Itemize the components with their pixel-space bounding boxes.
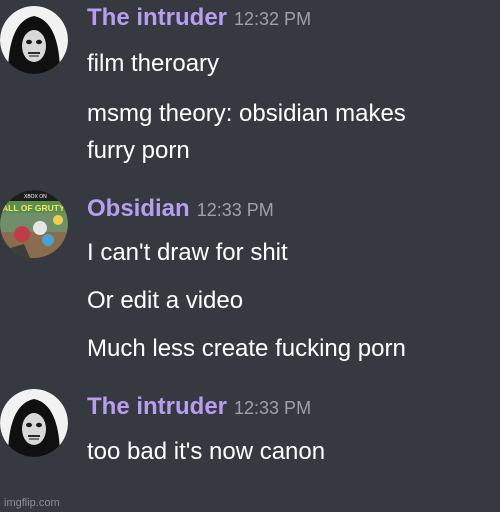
message-text: too bad it's now canon	[87, 438, 326, 465]
username[interactable]: The intruder	[87, 4, 227, 31]
message-text: Or edit a video	[87, 287, 244, 314]
timestamp: 12:33 PM	[196, 200, 274, 220]
message-text: Much less create fucking porn	[87, 335, 406, 362]
hooded-figure-avatar-icon	[0, 389, 68, 457]
svg-text:ALL OF GRUTY: ALL OF GRUTY	[2, 203, 65, 213]
message-text: I can't draw for shit	[87, 239, 288, 266]
message-header: The intruder 12:33 PM	[87, 393, 311, 421]
message-text: furry porn	[87, 137, 190, 164]
message-header: Obsidian 12:33 PM	[87, 195, 274, 223]
avatar-obsidian[interactable]: XBOX ON ALL OF GRUTY	[0, 190, 68, 258]
timestamp: 12:32 PM	[234, 9, 312, 29]
avatar-the-intruder[interactable]	[0, 389, 68, 457]
avatar-the-intruder[interactable]	[0, 6, 68, 74]
message-text: film theroary	[87, 50, 220, 77]
message-header: The intruder 12:32 PM	[87, 4, 311, 32]
hooded-figure-avatar-icon	[0, 6, 68, 74]
game-cover-avatar-icon: XBOX ON ALL OF GRUTY	[0, 190, 68, 258]
username[interactable]: The intruder	[87, 393, 227, 420]
message-group: XBOX ON ALL OF GRUTY Obsidian 12:33 PM I …	[0, 187, 500, 367]
username[interactable]: Obsidian	[87, 195, 190, 222]
message-group: The intruder 12:32 PM film theroary msmg …	[0, 4, 500, 166]
message-text: msmg theory: obsidian makes	[87, 100, 406, 127]
message-group: The intruder 12:33 PM too bad it's now ca…	[0, 383, 500, 473]
timestamp: 12:33 PM	[234, 398, 312, 418]
svg-text:XBOX ON: XBOX ON	[24, 194, 47, 200]
chat-view: The intruder 12:32 PM film theroary msmg …	[0, 0, 500, 512]
watermark: imgflip.com	[4, 497, 60, 509]
